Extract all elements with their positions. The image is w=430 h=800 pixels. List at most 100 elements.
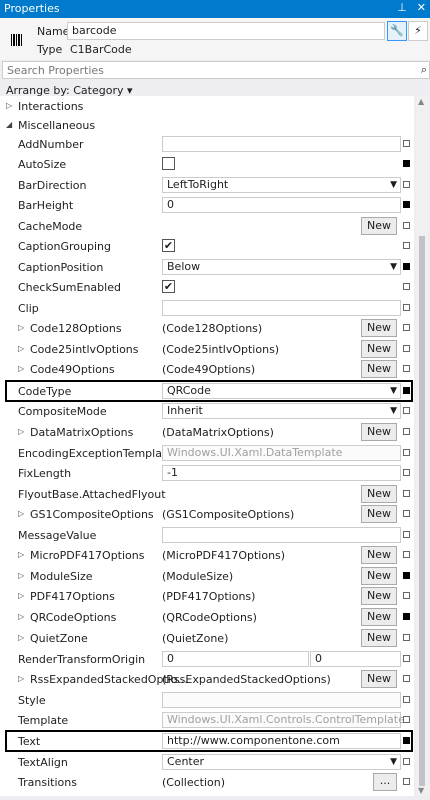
- text-input[interactable]: http://www.componentone.com: [162, 733, 401, 749]
- prop-captiongrouping: CaptionGrouping ✔: [0, 236, 414, 256]
- autosize-checkbox[interactable]: [162, 157, 175, 170]
- property-marker[interactable]: [403, 160, 410, 167]
- expand-icon[interactable]: ▷: [18, 674, 24, 683]
- new-button[interactable]: New: [361, 629, 397, 647]
- chevron-down-icon[interactable]: ▼: [390, 404, 397, 418]
- expand-icon[interactable]: ▷: [18, 591, 24, 600]
- property-marker[interactable]: [403, 387, 410, 394]
- property-marker[interactable]: [403, 675, 410, 682]
- property-marker[interactable]: [403, 655, 410, 662]
- property-marker[interactable]: [403, 304, 410, 311]
- prop-autosize: AutoSize: [0, 154, 414, 174]
- template-input[interactable]: Windows.UI.Xaml.Controls.ControlTemplate: [162, 712, 405, 728]
- new-button[interactable]: New: [361, 360, 397, 378]
- new-button[interactable]: New: [361, 340, 397, 358]
- properties-wrench-icon[interactable]: 🔧: [387, 21, 407, 41]
- expand-icon[interactable]: ▷: [18, 364, 24, 373]
- property-marker[interactable]: [403, 758, 410, 765]
- new-button[interactable]: New: [361, 608, 397, 626]
- category-miscellaneous[interactable]: ◢ Miscellaneous: [0, 115, 414, 135]
- property-marker[interactable]: [403, 634, 410, 641]
- property-marker[interactable]: [403, 263, 410, 270]
- scroll-up-icon[interactable]: ▲: [418, 97, 424, 106]
- property-marker[interactable]: [403, 490, 410, 497]
- property-marker[interactable]: [403, 324, 410, 331]
- bardirection-select[interactable]: LeftToRight ▼: [162, 177, 401, 193]
- codetype-select[interactable]: QRCode ▼: [162, 383, 401, 399]
- category-interactions[interactable]: ▷ Interactions: [0, 96, 414, 116]
- vertical-scrollbar[interactable]: ▲ ▼: [416, 96, 428, 796]
- style-input[interactable]: [162, 692, 401, 708]
- close-icon[interactable]: ✕: [417, 1, 426, 14]
- scroll-down-icon[interactable]: ▼: [418, 786, 424, 795]
- property-marker[interactable]: [403, 510, 410, 517]
- property-marker[interactable]: [403, 737, 410, 744]
- chevron-down-icon[interactable]: ▼: [390, 755, 397, 769]
- new-button[interactable]: New: [361, 217, 397, 235]
- property-marker[interactable]: [403, 551, 410, 558]
- ellipsis-button[interactable]: ...: [373, 773, 397, 791]
- expand-icon[interactable]: ▷: [18, 571, 24, 580]
- new-button[interactable]: New: [361, 567, 397, 585]
- messagevalue-input[interactable]: [162, 527, 401, 543]
- new-button[interactable]: New: [361, 670, 397, 688]
- property-marker[interactable]: [403, 283, 410, 290]
- expand-icon[interactable]: ▷: [18, 344, 24, 353]
- expand-icon[interactable]: ▷: [18, 509, 24, 518]
- new-button[interactable]: New: [361, 505, 397, 523]
- captiongrouping-checkbox[interactable]: ✔: [162, 239, 175, 252]
- addnumber-input[interactable]: [162, 136, 401, 152]
- property-marker[interactable]: [403, 449, 410, 456]
- type-label: Type: [37, 43, 63, 56]
- new-button[interactable]: New: [361, 546, 397, 564]
- property-marker[interactable]: [403, 716, 410, 723]
- scrollbar-thumb[interactable]: [419, 236, 425, 786]
- checksumenabled-checkbox[interactable]: ✔: [162, 280, 175, 293]
- search-icon[interactable]: ⌕: [421, 63, 427, 77]
- expand-icon[interactable]: ▷: [6, 101, 12, 110]
- barheight-input[interactable]: 0: [162, 197, 401, 213]
- chevron-down-icon[interactable]: ▼: [390, 384, 397, 398]
- property-marker[interactable]: [403, 407, 410, 414]
- property-marker[interactable]: [403, 140, 410, 147]
- textalign-select[interactable]: Center ▼: [162, 754, 401, 770]
- rendertransformorigin-x-input[interactable]: 0: [162, 651, 309, 667]
- pin-icon[interactable]: ⊥: [397, 1, 407, 14]
- new-button[interactable]: New: [361, 587, 397, 605]
- search-properties-input[interactable]: Search Properties ⌕: [2, 61, 430, 79]
- property-marker[interactable]: [403, 696, 410, 703]
- property-marker[interactable]: [403, 365, 410, 372]
- events-lightning-icon[interactable]: ⚡: [408, 21, 428, 41]
- property-marker[interactable]: [403, 592, 410, 599]
- prop-cachemode: CacheMode New: [0, 216, 414, 236]
- property-marker[interactable]: [403, 613, 410, 620]
- expand-icon[interactable]: ▷: [18, 323, 24, 332]
- expand-icon[interactable]: ▷: [18, 633, 24, 642]
- new-button[interactable]: New: [361, 423, 397, 441]
- property-marker[interactable]: [403, 242, 410, 249]
- captionposition-select[interactable]: Below ▼: [162, 259, 401, 275]
- collapse-icon[interactable]: ◢: [6, 120, 12, 129]
- compositemode-select[interactable]: Inherit ▼: [162, 403, 401, 419]
- encodingexceptiontemplate-input[interactable]: Windows.UI.Xaml.DataTemplate: [162, 445, 401, 461]
- chevron-down-icon[interactable]: ▼: [390, 178, 397, 192]
- chevron-down-icon[interactable]: ▼: [390, 260, 397, 274]
- new-button[interactable]: New: [361, 319, 397, 337]
- fixlength-input[interactable]: -1: [162, 465, 401, 481]
- property-marker[interactable]: [403, 345, 410, 352]
- expand-icon[interactable]: ▷: [18, 612, 24, 621]
- property-marker[interactable]: [403, 572, 410, 579]
- property-marker[interactable]: [403, 531, 410, 538]
- new-button[interactable]: New: [361, 485, 397, 503]
- name-field[interactable]: barcode: [67, 22, 385, 40]
- property-marker[interactable]: [403, 181, 410, 188]
- expand-icon[interactable]: ▷: [18, 550, 24, 559]
- property-marker[interactable]: [403, 469, 410, 476]
- property-marker[interactable]: [403, 428, 410, 435]
- property-marker[interactable]: [403, 201, 410, 208]
- property-marker[interactable]: [403, 222, 410, 229]
- property-marker[interactable]: [403, 778, 410, 785]
- expand-icon[interactable]: ▷: [18, 427, 24, 436]
- rendertransformorigin-y-input[interactable]: 0: [310, 651, 401, 667]
- clip-input[interactable]: [162, 300, 401, 316]
